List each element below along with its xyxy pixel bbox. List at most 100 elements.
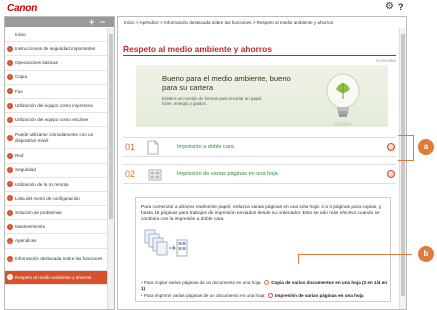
link-arrow-icon	[267, 293, 273, 299]
sidebar-item-label: Lista del menú de configuración	[15, 195, 80, 201]
feature-number: 01	[125, 142, 136, 152]
chevron-right-icon: ›	[7, 134, 13, 141]
breadcrumb: Inicio > Apéndice > Información destacad…	[124, 17, 399, 28]
bullet-copy: • Para copiar varias páginas de un docum…	[141, 280, 389, 292]
banner-title: Bueno para el medio ambiente, bueno para…	[162, 74, 291, 92]
chevron-right-icon: ›	[7, 102, 13, 109]
chevron-down-icon: ⌄	[7, 238, 13, 245]
callout-b-line	[298, 254, 412, 255]
expand-gear-icon[interactable]: ⚙	[387, 170, 395, 178]
breadcrumb-text[interactable]: Inicio > Apéndice > Información destacad…	[124, 20, 333, 25]
collapse-all-button[interactable]: −	[100, 17, 105, 27]
chevron-right-icon: ›	[7, 181, 13, 188]
sidebar-item-label: Utilización de la IU remota	[15, 181, 69, 187]
sidebar-item-feature-highlights[interactable]: ⌄ Información destacada sobre las funcio…	[5, 249, 108, 271]
document-icon	[147, 140, 159, 155]
bullet-dot-icon: •	[141, 293, 143, 298]
bullet-dot-icon: •	[141, 280, 143, 285]
feature-label[interactable]: Impresión a doble cara	[177, 144, 234, 150]
top-bar: Canon ⚙ ?	[0, 0, 410, 16]
eco-banner: Bueno para el medio ambiente, bueno para…	[136, 65, 388, 127]
sidebar-item-label: Instrucciones de seguridad importantes	[15, 46, 96, 52]
main-scroll-thumb[interactable]	[401, 34, 405, 296]
bullet-print: • Para imprimir varias páginas de un doc…	[141, 293, 389, 299]
sidebar-item-mobile[interactable]: › Puede utilizarse cómodamente con un di…	[5, 127, 108, 150]
sidebar-item-label: Apéndices	[15, 238, 37, 244]
sidebar-item-eco-savings[interactable]: › Respeto al medio ambiente y ahorros	[5, 270, 108, 285]
manual-window: Canon ⚙ ? + − Inicio › Instrucciones de …	[0, 0, 437, 310]
callout-a-line-top	[398, 135, 414, 136]
document-code: 0YU3-0EW	[376, 58, 397, 63]
sidebar-scroll-thumb[interactable]	[109, 34, 113, 219]
sidebar-item-fax[interactable]: › Fax	[5, 85, 108, 99]
sidebar-item-label: Copia	[15, 74, 28, 80]
chevron-right-icon: ›	[7, 88, 13, 95]
feature-detail-panel: Para comenzar a ahorrar realmente papel,…	[135, 197, 391, 302]
callout-a-bracket	[413, 135, 414, 161]
settings-gear-icon[interactable]: ⚙	[385, 2, 395, 12]
expand-all-button[interactable]: +	[89, 17, 94, 27]
sidebar-item-label: Utilización del equipo como escáner	[15, 117, 89, 123]
chevron-right-icon: ›	[7, 195, 13, 202]
expand-gear-icon[interactable]: ⚙	[387, 143, 395, 151]
sidebar-item-maintenance[interactable]: › Mantenimiento	[5, 220, 108, 235]
chevron-right-icon: ›	[7, 223, 13, 230]
sidebar-item-security[interactable]: › Seguridad	[5, 164, 108, 178]
sidebar-item-label: Inicio	[15, 31, 26, 37]
banner-subtitle: Existen un montón de formas para recorta…	[162, 96, 263, 107]
sidebar-item-settings-menu[interactable]: › Lista del menú de configuración	[5, 192, 108, 207]
sidebar-item-label: Seguridad	[15, 167, 36, 173]
sidebar-item-printer[interactable]: › Utilización del equipo como impresora	[5, 99, 108, 114]
sidebar-toolbar: + −	[5, 17, 114, 27]
callout-a-badge: a	[418, 139, 434, 155]
page-title: Respeto al medio ambiente y ahorros	[123, 44, 272, 54]
feature-row-duplex[interactable]: 01 Impresión a doble cara ⚙	[123, 137, 396, 157]
sidebar-item-label: Respeto al medio ambiente y ahorros	[15, 274, 92, 280]
chevron-right-icon: ›	[7, 59, 13, 66]
feature-row-multi-page[interactable]: 02 Impresión de varias páginas en una ho…	[123, 164, 396, 184]
link-arrow-icon	[263, 280, 269, 286]
print-multi-link[interactable]: Impresión de varias páginas en una hoja	[275, 293, 364, 298]
sidebar-item-appendix[interactable]: ⌄ Apéndices	[5, 234, 108, 249]
sidebar-item-label: Puede utilizarse cómodamente con un disp…	[15, 132, 94, 143]
chevron-right-icon: ›	[7, 167, 13, 174]
sidebar-item-label: Fax	[15, 88, 23, 94]
sidebar-item-network[interactable]: › Red	[5, 149, 108, 164]
help-icon[interactable]: ?	[398, 2, 408, 12]
chevron-right-icon: ›	[7, 116, 13, 123]
chevron-right-icon: ›	[7, 74, 13, 81]
sidebar-item-label: Mantenimiento	[15, 224, 46, 230]
callout-a-line-bottom	[398, 160, 414, 161]
sidebar-item-label: Solución de problemas	[15, 209, 62, 215]
sidebar: + − Inicio › Instrucciones de seguridad …	[4, 16, 115, 310]
bullet-prefix: Para copiar varias páginas de un documen…	[143, 280, 262, 285]
multi-page-icon	[148, 169, 162, 181]
sidebar-item-troubleshooting[interactable]: › Solución de problemas	[5, 206, 108, 221]
callout-b-badge: b	[418, 246, 434, 262]
multi-sheet-illustration	[144, 229, 188, 257]
callout-b-drop	[298, 254, 299, 264]
sidebar-item-label: Información destacada sobre las funcione…	[15, 256, 103, 262]
chevron-right-icon: ›	[7, 274, 13, 281]
title-divider	[123, 55, 396, 56]
main-content: Inicio > Apéndice > Información destacad…	[117, 16, 407, 310]
sidebar-item-label: Red	[15, 153, 24, 159]
feature-number: 02	[125, 169, 136, 179]
eco-lightbulb-icon	[326, 73, 360, 126]
chevron-right-icon: ›	[7, 45, 13, 52]
main-scrollbar[interactable]	[399, 28, 406, 309]
bullet-prefix: Para imprimir varias páginas de un docum…	[143, 293, 266, 298]
sidebar-item-label: Utilización del equipo como impresora	[15, 102, 93, 108]
sidebar-item-basic-ops[interactable]: › Operaciones básicas	[5, 56, 108, 71]
canon-logo: Canon	[7, 3, 38, 14]
sidebar-item-safety[interactable]: › Instrucciones de seguridad importantes	[5, 42, 108, 57]
sidebar-list: Inicio › Instrucciones de seguridad impo…	[5, 28, 108, 285]
sidebar-scrollbar[interactable]	[107, 28, 114, 309]
sidebar-item-remote-ui[interactable]: › Utilización de la IU remota	[5, 178, 108, 192]
sidebar-item-copy[interactable]: › Copia	[5, 71, 108, 85]
chevron-down-icon: ⌄	[7, 256, 13, 263]
sidebar-item-label: Operaciones básicas	[15, 60, 58, 66]
sidebar-item-inicio[interactable]: Inicio	[5, 28, 108, 43]
sidebar-item-scanner[interactable]: › Utilización del equipo como escáner	[5, 113, 108, 128]
feature-label[interactable]: Impresión de varias páginas en una hoja	[177, 171, 278, 177]
